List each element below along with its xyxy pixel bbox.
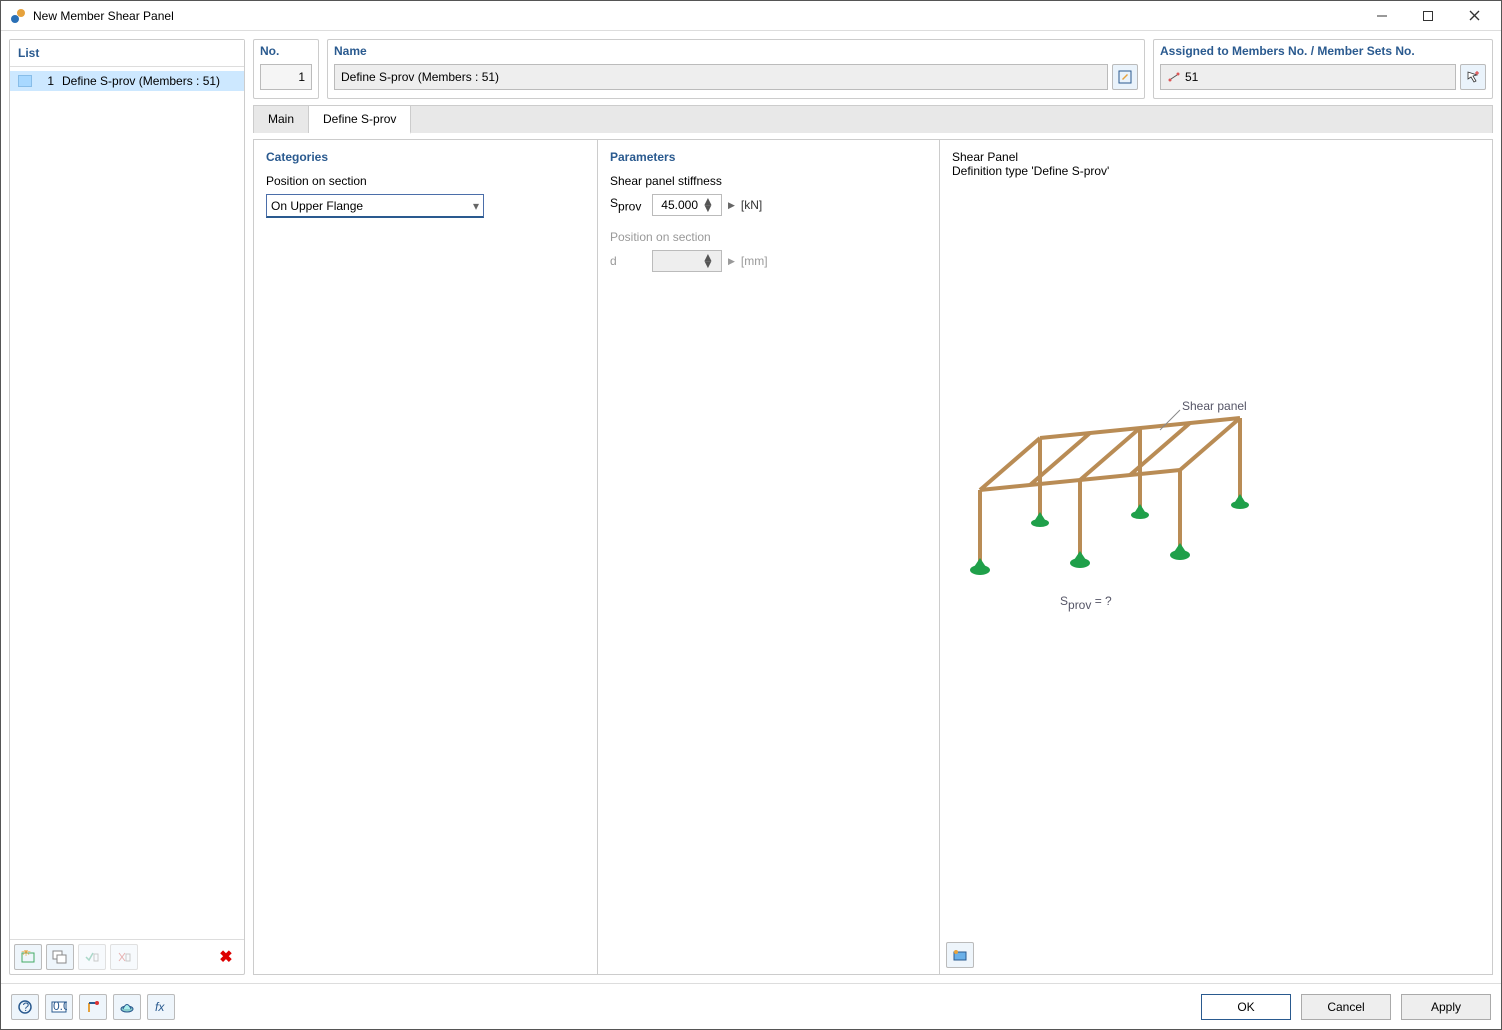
render-button[interactable] xyxy=(113,994,141,1020)
function-button[interactable]: fx xyxy=(147,994,175,1020)
d-spinner: ▲▼ xyxy=(652,250,722,272)
d-more-button: ▶ xyxy=(728,256,735,267)
tab-main[interactable]: Main xyxy=(254,106,309,133)
units-button[interactable]: 0.00 xyxy=(45,994,73,1020)
d-unit: [mm] xyxy=(741,254,768,268)
name-label: Name xyxy=(328,40,1144,60)
svg-text:0.00: 0.00 xyxy=(53,1001,67,1013)
position-value: On Upper Flange xyxy=(271,199,363,213)
stiffness-label: Shear panel stiffness xyxy=(610,174,927,188)
footer: ? 0.00 fx OK Cancel Apply xyxy=(1,983,1501,1029)
svg-text:✳: ✳ xyxy=(21,950,31,959)
no-input[interactable] xyxy=(260,64,312,90)
parameters-column: Parameters Shear panel stiffness Sprov ▲… xyxy=(598,140,940,974)
list-toolbar: ✳ ✖ xyxy=(10,939,244,974)
right-area: No. Name Assigned to Members No. / Membe… xyxy=(253,39,1493,975)
svg-text:fx: fx xyxy=(155,1000,165,1014)
d-spin-buttons: ▲▼ xyxy=(701,254,715,268)
titlebar: New Member Shear Panel xyxy=(1,1,1501,31)
assigned-value: 51 xyxy=(1185,70,1198,84)
no-label: No. xyxy=(254,40,318,60)
tabs: Main Define S-prov xyxy=(253,105,1493,133)
position-select[interactable]: On Upper Flange ▾ xyxy=(266,194,484,218)
dialog-window: New Member Shear Panel List 1 Define S-p… xyxy=(0,0,1502,1030)
minimize-button[interactable] xyxy=(1359,1,1405,31)
parameters-title: Parameters xyxy=(610,150,927,164)
svg-text:?: ? xyxy=(23,1000,30,1014)
chevron-down-icon: ▾ xyxy=(473,199,479,213)
list-panel: List 1 Define S-prov (Members : 51) ✳ ✖ xyxy=(9,39,245,975)
d-row: d ▲▼ ▶ [mm] xyxy=(610,250,927,272)
copy-item-button[interactable] xyxy=(46,944,74,970)
preview-line2: Definition type 'Define S-prov' xyxy=(952,164,1480,178)
footer-tools: ? 0.00 fx xyxy=(11,994,175,1020)
name-box: Name xyxy=(327,39,1145,99)
apply-button[interactable]: Apply xyxy=(1401,994,1491,1020)
sprov-more-button[interactable]: ▶ xyxy=(728,200,735,211)
d-input xyxy=(653,254,701,268)
help-button[interactable]: ? xyxy=(11,994,39,1020)
categories-column: Categories Position on section On Upper … xyxy=(254,140,598,974)
list-header: List xyxy=(10,40,244,67)
list-item-index: 1 xyxy=(38,74,54,88)
edit-name-button[interactable] xyxy=(1112,64,1138,90)
include-button xyxy=(78,944,106,970)
assigned-label: Assigned to Members No. / Member Sets No… xyxy=(1154,40,1492,60)
new-item-button[interactable]: ✳ xyxy=(14,944,42,970)
d-symbol: d xyxy=(610,254,646,268)
list-body: 1 Define S-prov (Members : 51) xyxy=(10,67,244,939)
exclude-button xyxy=(110,944,138,970)
position-param-label: Position on section xyxy=(610,230,927,244)
preview-line1: Shear Panel xyxy=(952,150,1480,164)
categories-title: Categories xyxy=(266,150,585,164)
cancel-button[interactable]: Cancel xyxy=(1301,994,1391,1020)
content-area: List 1 Define S-prov (Members : 51) ✳ ✖ xyxy=(1,31,1501,983)
close-button[interactable] xyxy=(1451,1,1497,31)
top-fields-row: No. Name Assigned to Members No. / Membe… xyxy=(253,39,1493,99)
no-box: No. xyxy=(253,39,319,99)
member-icon xyxy=(1167,71,1181,83)
preview-toolbar xyxy=(946,942,974,968)
dialog-title: New Member Shear Panel xyxy=(33,9,1359,23)
list-item-swatch xyxy=(18,75,32,87)
sprov-input[interactable] xyxy=(653,198,701,212)
assigned-display[interactable]: 51 xyxy=(1160,64,1456,90)
sprov-row: Sprov ▲▼ ▶ [kN] xyxy=(610,194,927,216)
sprov-spin-buttons[interactable]: ▲▼ xyxy=(701,198,715,212)
list-item-label: Define S-prov (Members : 51) xyxy=(62,74,220,88)
app-icon xyxy=(9,7,27,25)
main-pane: Categories Position on section On Upper … xyxy=(253,139,1493,975)
list-item[interactable]: 1 Define S-prov (Members : 51) xyxy=(10,71,244,91)
model-view-button[interactable] xyxy=(79,994,107,1020)
preview-illustration: Shear panel Sprov = ? xyxy=(950,400,1482,620)
pick-members-button[interactable] xyxy=(1460,64,1486,90)
ok-button[interactable]: OK xyxy=(1201,994,1291,1020)
sprov-unit: [kN] xyxy=(741,198,762,212)
ill-formula: Sprov = ? xyxy=(1060,594,1112,612)
tab-define-sprov[interactable]: Define S-prov xyxy=(309,106,411,134)
sprov-spinner[interactable]: ▲▼ xyxy=(652,194,722,216)
ill-panel-label: Shear panel xyxy=(1182,400,1247,413)
delete-item-button[interactable]: ✖ xyxy=(212,944,240,970)
position-label: Position on section xyxy=(266,174,585,188)
maximize-button[interactable] xyxy=(1405,1,1451,31)
dialog-buttons: OK Cancel Apply xyxy=(1201,994,1491,1020)
sprov-symbol: Sprov xyxy=(610,196,646,213)
preview-column: Shear Panel Definition type 'Define S-pr… xyxy=(940,140,1492,974)
preview-options-button[interactable] xyxy=(946,942,974,968)
assigned-box: Assigned to Members No. / Member Sets No… xyxy=(1153,39,1493,99)
name-input[interactable] xyxy=(334,64,1108,90)
